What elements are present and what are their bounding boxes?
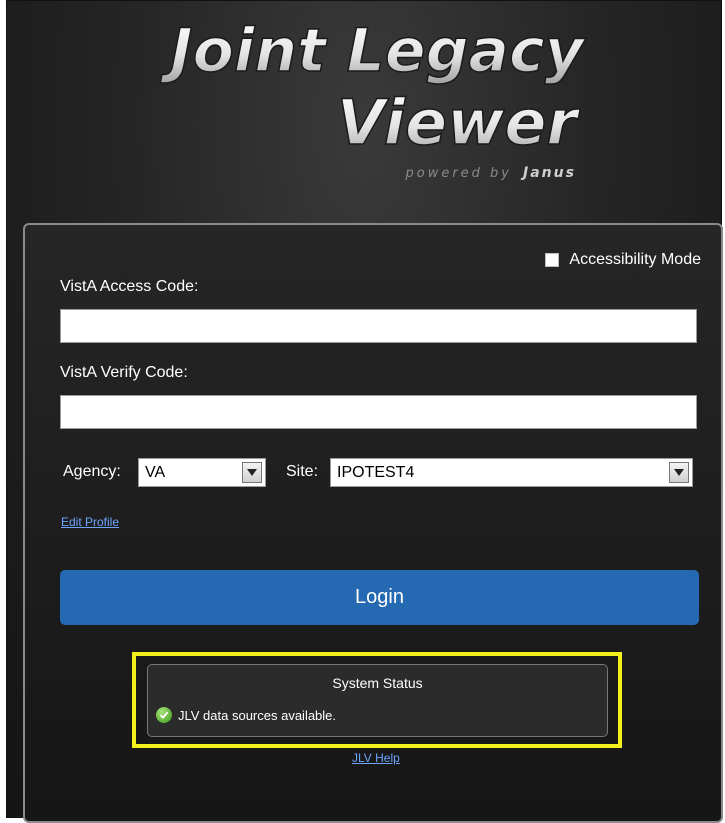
jlv-help-link[interactable]: JLV Help <box>352 751 400 765</box>
logo-graphic: Joint Legacy Viewer powered by Janus <box>160 15 588 181</box>
system-status-row: JLV data sources available. <box>156 707 336 723</box>
dropdown-arrow-icon[interactable] <box>242 462 262 483</box>
site-select[interactable]: IPOTEST4 <box>330 458 693 487</box>
checkbox-icon[interactable] <box>545 253 560 267</box>
access-code-label: VistA Access Code: <box>60 278 199 295</box>
agency-value: VA <box>145 463 166 481</box>
login-panel: Accessibility Mode VistA Access Code: Vi… <box>23 223 723 823</box>
jlv-logo: Joint Legacy Viewer powered by Janus <box>7 1 723 201</box>
site-label: Site: <box>286 463 319 480</box>
logo-line1: Joint Legacy <box>160 16 586 86</box>
access-code-input[interactable] <box>60 309 697 343</box>
logo-tagline-brand: Janus <box>520 165 576 181</box>
system-status-message: JLV data sources available. <box>178 707 337 723</box>
verify-code-input[interactable] <box>60 395 697 429</box>
dropdown-arrow-icon[interactable] <box>669 462 689 483</box>
accessibility-toggle[interactable]: Accessibility Mode <box>545 251 701 269</box>
logo-tagline-prefix: powered by <box>404 166 512 181</box>
agency-select[interactable]: VA <box>138 458 266 487</box>
checkmark-icon <box>156 707 172 723</box>
login-button[interactable]: Login <box>60 570 699 625</box>
site-value: IPOTEST4 <box>337 463 415 481</box>
system-status-box: System Status JLV data sources available… <box>147 664 608 737</box>
system-status-title: System Status <box>332 675 423 691</box>
edit-profile-link[interactable]: Edit Profile <box>61 515 119 529</box>
verify-code-label: VistA Verify Code: <box>60 364 188 381</box>
accessibility-label: Accessibility Mode <box>569 251 701 268</box>
login-window: Joint Legacy Viewer powered by Janus Acc… <box>6 0 723 823</box>
logo-line2: Viewer <box>337 86 581 159</box>
agency-label: Agency: <box>63 463 121 480</box>
